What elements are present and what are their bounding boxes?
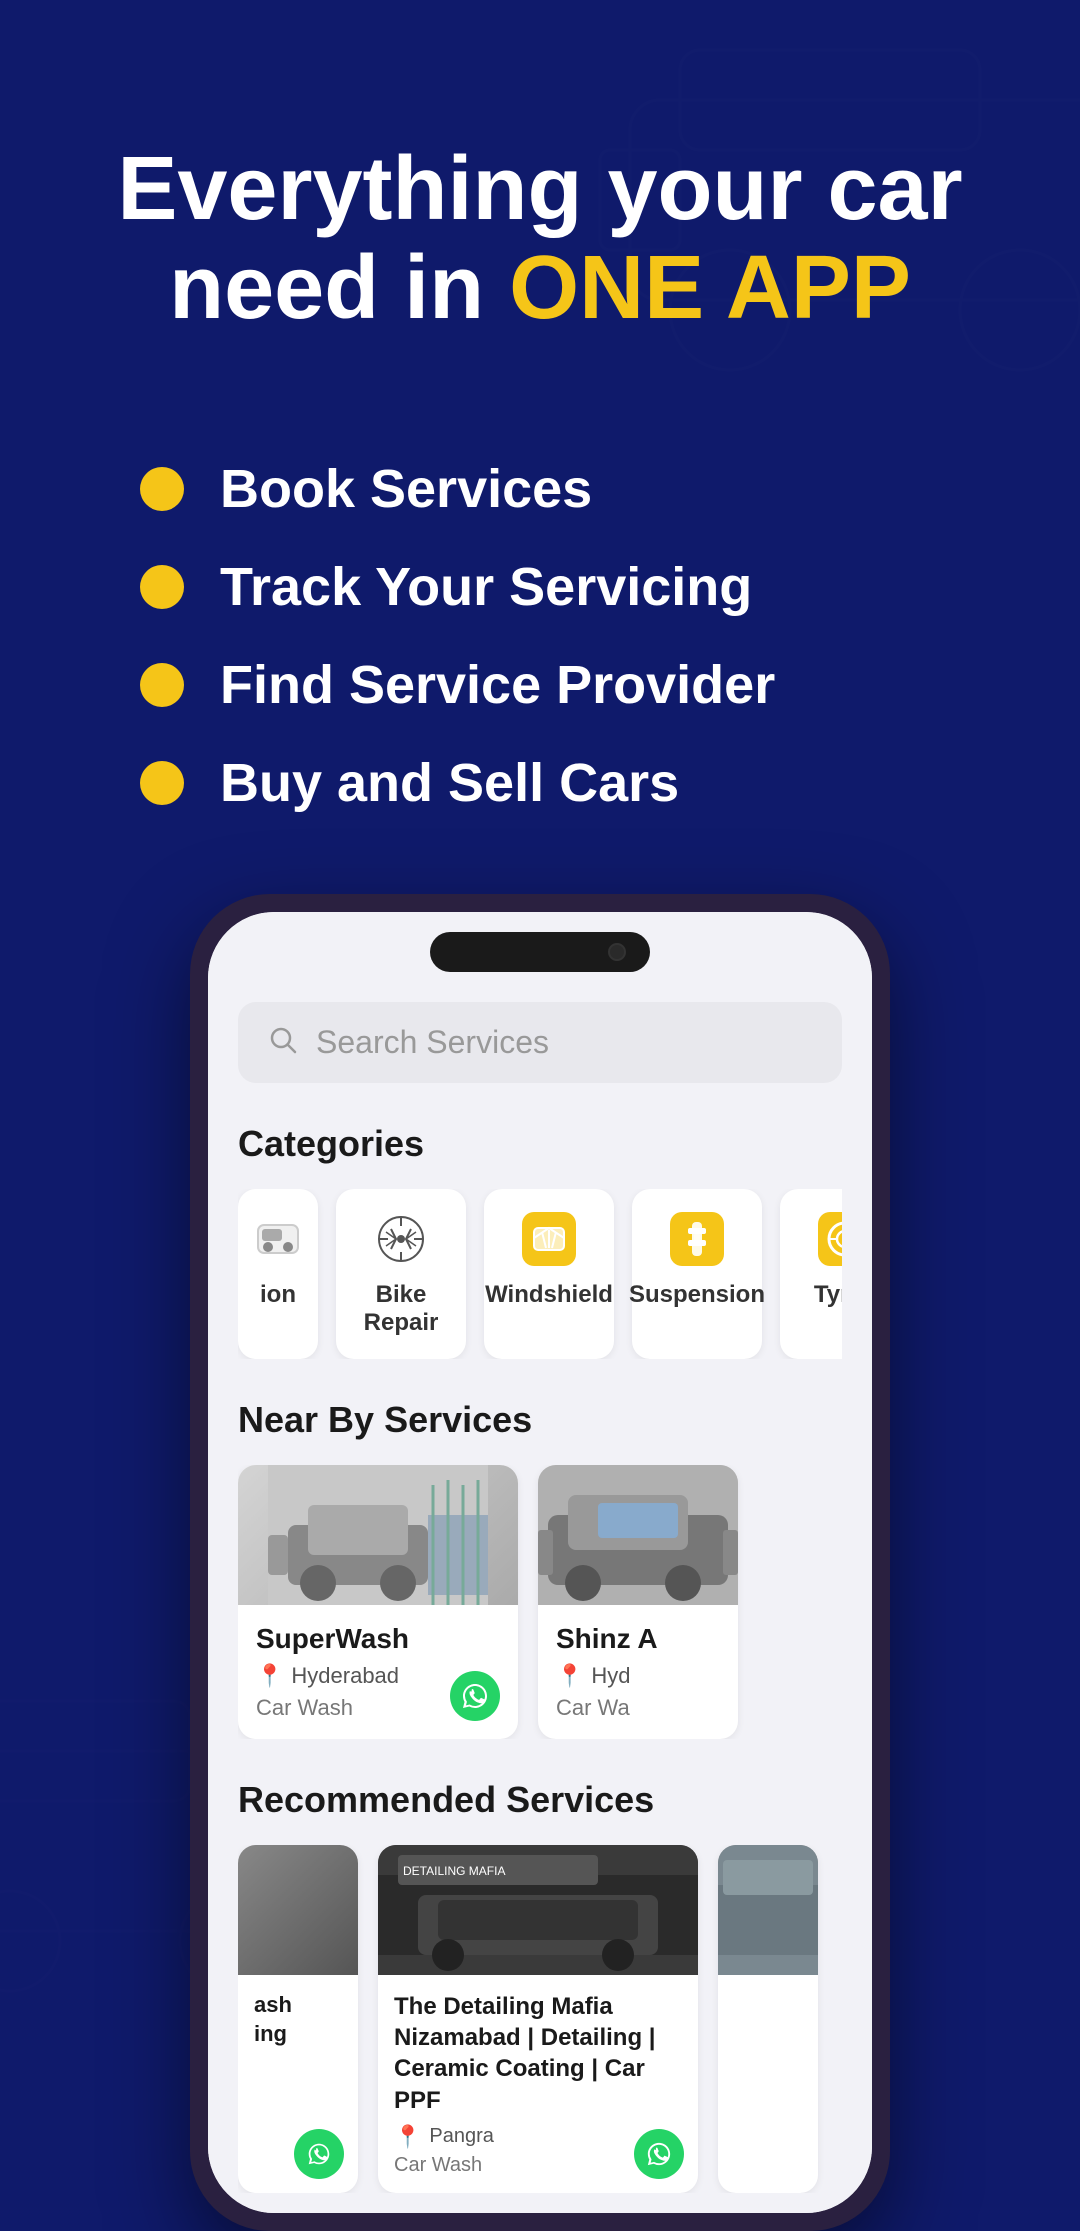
- feature-label-4: Buy and Sell Cars: [220, 752, 679, 814]
- location-pin-icon-2: 📍: [556, 1663, 583, 1689]
- category-icon-bike-repair: [373, 1211, 429, 1267]
- hero-highlight: ONE APP: [509, 238, 911, 338]
- recommended-title: Recommended Services: [238, 1779, 842, 1821]
- feature-item-4: Buy and Sell Cars: [140, 752, 1020, 814]
- category-item-tyres[interactable]: Tyres: [780, 1189, 842, 1359]
- categories-row: ion: [238, 1189, 842, 1359]
- rec-card-partial-left[interactable]: ashing: [238, 1845, 358, 2193]
- rec-name-detailing: The Detailing Mafia Nizamabad | Detailin…: [394, 1991, 682, 2116]
- bullet-icon-2: [140, 565, 184, 609]
- category-icon-tyres: [817, 1211, 842, 1267]
- feature-item-1: Book Services: [140, 458, 1020, 520]
- phone-screen: Search Services Categories: [208, 912, 872, 2213]
- category-icon-suspension: [669, 1211, 725, 1267]
- category-label-windshield: Windshield: [485, 1281, 613, 1309]
- category-item-bike-repair[interactable]: Bike Repair: [336, 1189, 466, 1359]
- categories-title: Categories: [238, 1123, 842, 1165]
- category-icon-windshield: [521, 1211, 577, 1267]
- rec-pin-icon: 📍: [394, 2124, 421, 2150]
- phone-mockup: Search Services Categories: [190, 894, 890, 2231]
- svg-text:DETAILING MAFIA: DETAILING MAFIA: [403, 1864, 505, 1878]
- category-label-partial: ion: [260, 1281, 296, 1309]
- hero-title: Everything your car need in ONE APP: [80, 140, 1000, 338]
- service-info-shinz: Shinz A 📍 Hyd Car Wa: [538, 1605, 738, 1739]
- phone-container: Search Services Categories: [60, 894, 1020, 2231]
- nearby-title: Near By Services: [238, 1399, 842, 1441]
- service-name-superwash: SuperWash: [256, 1623, 500, 1655]
- feature-item-3: Find Service Provider: [140, 654, 1020, 716]
- features-list: Book Services Track Your Servicing Find …: [140, 458, 1020, 814]
- recommended-section: Recommended Services ashing: [238, 1779, 842, 2213]
- category-item-windshield[interactable]: Windshield: [484, 1189, 614, 1359]
- feature-item-2: Track Your Servicing: [140, 556, 1020, 618]
- location-pin-icon-1: 📍: [256, 1663, 283, 1689]
- service-image-shinz: [538, 1465, 738, 1605]
- service-card-shinz[interactable]: Shinz A 📍 Hyd Car Wa: [538, 1465, 738, 1739]
- hero-section: Everything your car need in ONE APP: [60, 80, 1020, 398]
- feature-label-3: Find Service Provider: [220, 654, 775, 716]
- search-bar[interactable]: Search Services: [238, 1002, 842, 1083]
- search-placeholder: Search Services: [316, 1024, 549, 1061]
- whatsapp-button-partial[interactable]: [294, 2129, 344, 2179]
- search-icon: [268, 1025, 298, 1060]
- category-icon-partial: [250, 1211, 306, 1267]
- feature-label-2: Track Your Servicing: [220, 556, 752, 618]
- phone-notch: [208, 912, 872, 972]
- category-item-suspension[interactable]: Suspension: [632, 1189, 762, 1359]
- rec-image-partial: [238, 1845, 358, 1975]
- main-content: Everything your car need in ONE APP Book…: [0, 0, 1080, 2231]
- rec-card-partial-right[interactable]: [718, 1845, 818, 2193]
- rec-image-right: [718, 1845, 818, 1975]
- rec-name-partial: ashing: [254, 1991, 342, 2048]
- bullet-icon-1: [140, 467, 184, 511]
- category-label-tyres: Tyres: [814, 1281, 842, 1309]
- rec-card-detailing-mafia[interactable]: DETAILING MAFIA The Detailing Mafia Niza…: [378, 1845, 698, 2193]
- category-label-suspension: Suspension: [629, 1281, 765, 1309]
- bullet-icon-3: [140, 663, 184, 707]
- service-image-superwash: [238, 1465, 518, 1605]
- service-type-shinz: Car Wa: [556, 1695, 720, 1721]
- whatsapp-button-1[interactable]: [450, 1671, 500, 1721]
- category-item-partial[interactable]: ion: [238, 1189, 318, 1359]
- app-screen-content: Search Services Categories: [208, 972, 872, 2213]
- rec-image-detailing: DETAILING MAFIA: [378, 1845, 698, 1975]
- category-label-bike-repair: Bike Repair: [360, 1281, 442, 1337]
- whatsapp-button-detailing[interactable]: [634, 2129, 684, 2179]
- camera-icon: [608, 943, 626, 961]
- service-card-superwash[interactable]: SuperWash 📍 Hyderabad Car Wash: [238, 1465, 518, 1739]
- rec-info-partial: ashing: [238, 1975, 358, 2072]
- service-location-shinz: 📍 Hyd: [556, 1663, 720, 1689]
- nearby-services-row: SuperWash 📍 Hyderabad Car Wash: [238, 1465, 842, 1739]
- service-name-shinz: Shinz A: [556, 1623, 720, 1655]
- recommended-row: ashing: [238, 1845, 842, 2193]
- feature-label-1: Book Services: [220, 458, 592, 520]
- bullet-icon-4: [140, 761, 184, 805]
- notch-bar: [430, 932, 650, 972]
